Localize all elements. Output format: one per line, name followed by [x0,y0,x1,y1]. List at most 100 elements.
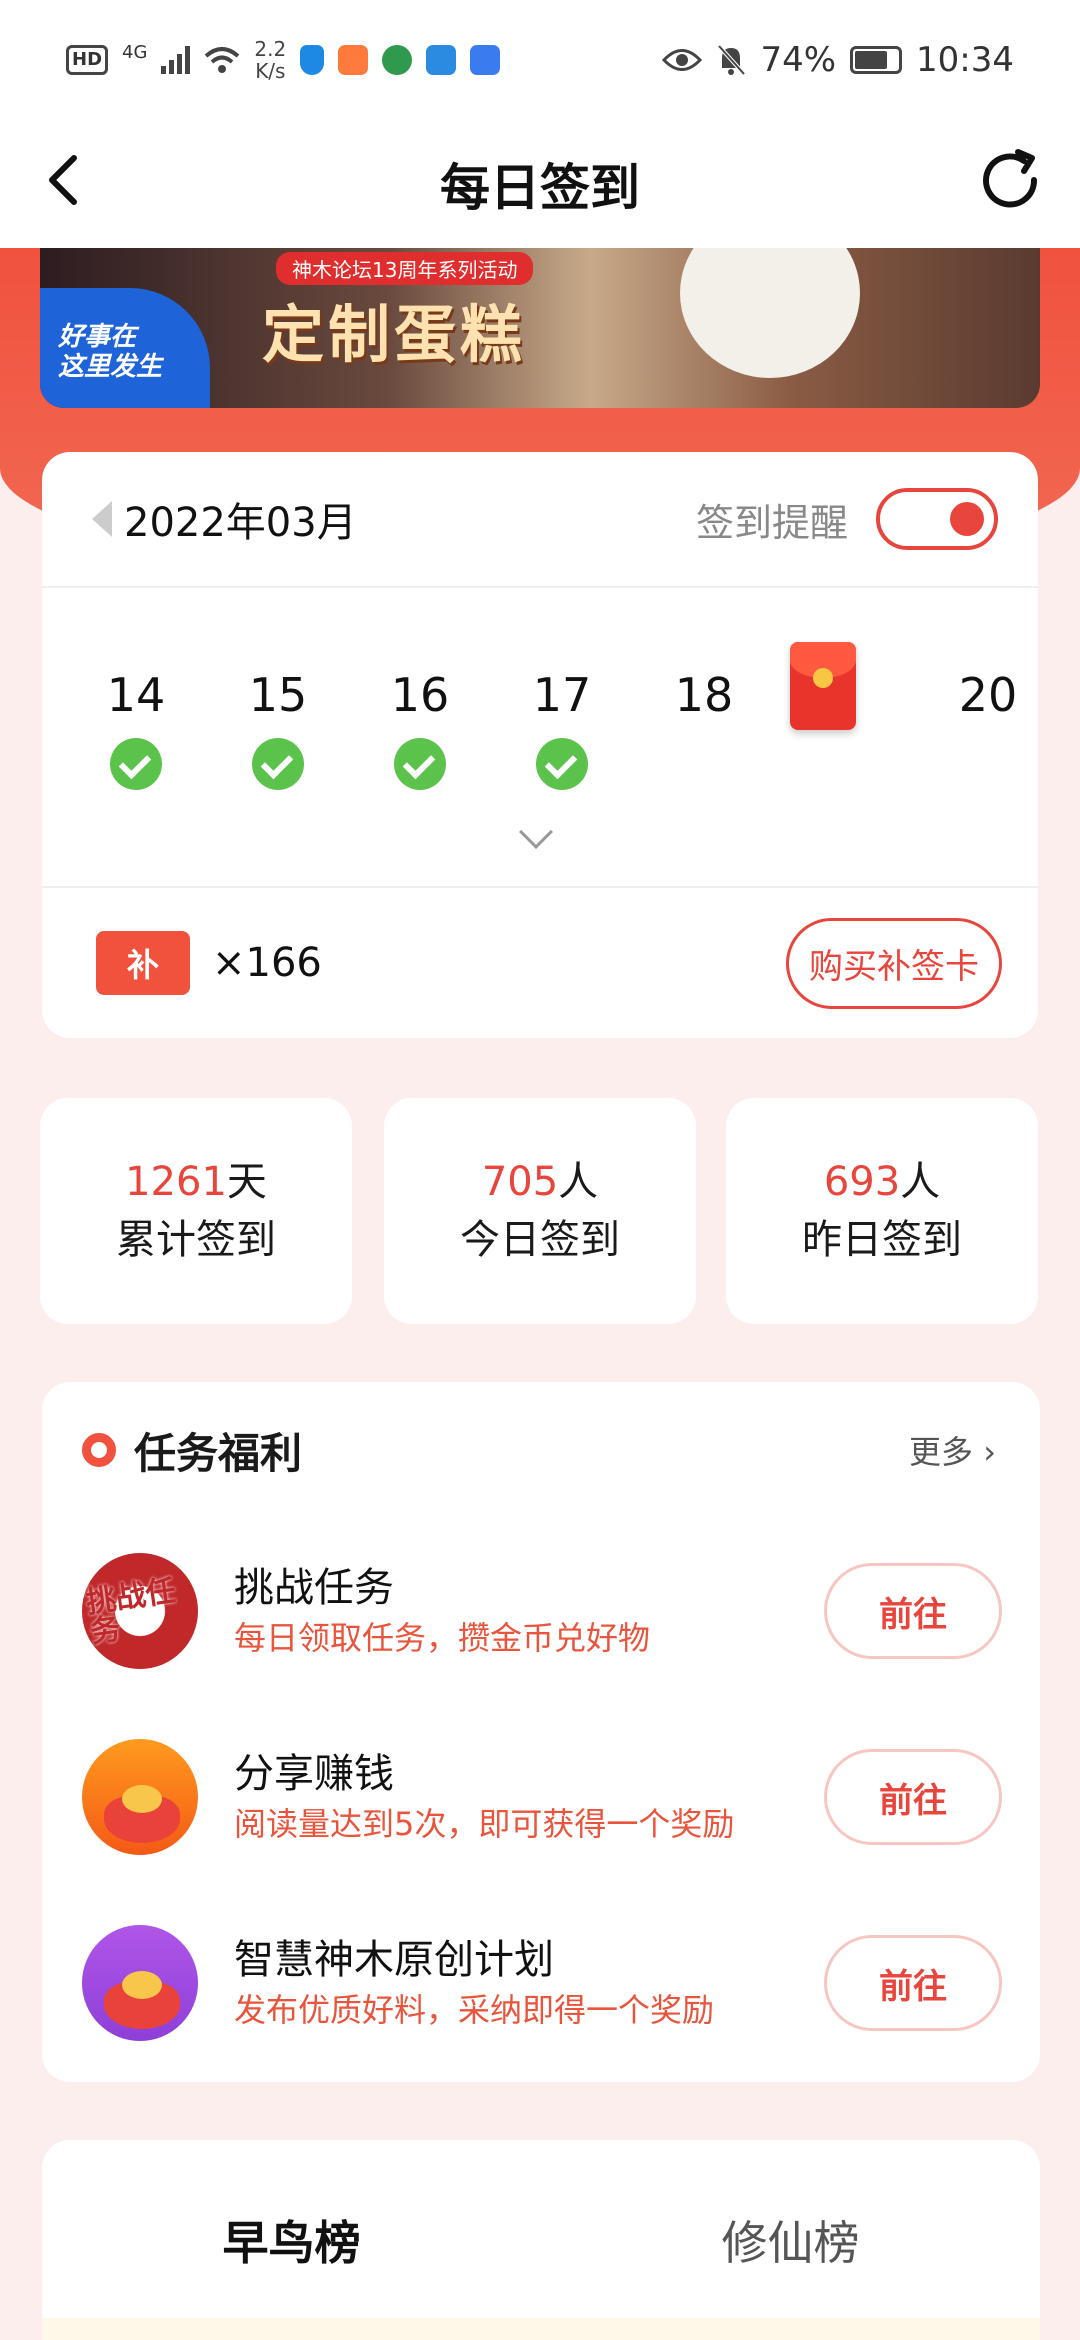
challenge-icon-text: 挑战任务 [83,1573,178,1651]
mute-bell-icon [717,44,746,76]
go-button[interactable]: 前往 [824,1935,1002,2031]
expand-chevron-icon[interactable] [519,815,553,849]
stat-today: 705人 今日签到 [384,1098,696,1324]
task-info: 挑战任务 每日领取任务，攒金币兑好物 [234,1561,824,1661]
badge-line-2: 这里发生 [58,352,163,382]
challenge-icon: 挑战任务 [82,1553,198,1669]
day-20[interactable]: 20 [938,668,1038,728]
task-rewards-card: 任务福利 更多 › 挑战任务 挑战任务 每日领取任务，攒金币兑好物 前往 分享赚… [42,1382,1040,2082]
leaderboard-strip [42,2318,1040,2340]
makeup-card-row: 补 ×166 购买补签卡 [42,888,1038,1038]
buy-makeup-card-button[interactable]: 购买补签卡 [786,917,1002,1009]
go-button[interactable]: 前往 [824,1563,1002,1659]
section-dot-icon [82,1433,116,1467]
net-speed-unit: K/s [255,59,286,83]
task-rewards-header: 任务福利 更多 › [42,1382,1040,1518]
task-info: 智慧神木原创计划 发布优质好料，采纳即得一个奖励 [234,1933,824,2033]
wifi-icon [205,47,240,73]
stat-value-line: 693人 [824,1153,940,1211]
task-desc: 发布优质好料，采纳即得一个奖励 [234,1991,715,2029]
prev-month-icon[interactable] [92,501,112,537]
battery-icon [850,46,903,74]
network-label: 4G [122,42,148,63]
health-app-icon [338,45,369,75]
day-number: 20 [958,668,1018,722]
more-label: 更多 [909,1433,974,1471]
red-packet-icon[interactable] [790,642,856,730]
task-name: 分享赚钱 [234,1751,394,1797]
stat-value-line: 705人 [482,1153,598,1211]
stat-unit: 人 [900,1159,941,1205]
signin-remind-toggle[interactable] [876,488,998,550]
task-desc: 阅读量达到5次，即可获得一个奖励 [234,1805,735,1843]
day-14[interactable]: 14 [86,668,186,790]
leaderboard-tabs: 早鸟榜 修仙榜 [42,2140,1040,2340]
refresh-icon[interactable] [972,142,1048,218]
banner-tag: 神木论坛13周年系列活动 [276,252,534,285]
day-17[interactable]: 17 [512,668,612,790]
stat-yesterday: 693人 昨日签到 [726,1098,1038,1324]
task-name: 智慧神木原创计划 [234,1937,554,1983]
megaphone-icon [82,1925,198,2041]
makeup-count: ×166 [212,940,322,986]
day-15[interactable]: 15 [228,668,328,790]
calendar-month: 2022年03月 [124,500,357,546]
red-purse-icon [104,1971,180,2029]
task-name: 挑战任务 [234,1565,394,1611]
day-18[interactable]: 18 [654,668,754,728]
day-16[interactable]: 16 [370,668,470,790]
day-number: 17 [532,668,592,722]
task-desc: 每日领取任务，攒金币兑好物 [234,1619,651,1657]
share-icon [82,1739,198,1855]
chevron-right-icon: › [983,1433,996,1471]
stat-value: 1261 [125,1159,227,1205]
leaderboard-card: 早鸟榜 修仙榜 [42,2140,1040,2340]
task-row: 挑战任务 挑战任务 每日领取任务，攒金币兑好物 前往 [42,1518,1040,1704]
hd-icon: HD [66,45,109,75]
section-title: 任务福利 [134,1428,303,1478]
battery-percent: 74% [760,40,837,80]
signin-calendar-card: 2022年03月 签到提醒 14 15 16 17 18 20 补 ×166 购… [42,452,1038,1038]
stat-value: 705 [481,1159,559,1205]
status-bar: HD 4G 2.2 K/s 74% 10:34 [0,0,1080,120]
cloud-app-icon [470,45,501,75]
stat-value-line: 1261天 [125,1153,267,1211]
task-row: 智慧神木原创计划 发布优质好料，采纳即得一个奖励 前往 [42,1890,1040,2076]
page-title: 每日签到 [440,159,640,217]
checkmark-icon [394,738,446,790]
stat-unit: 天 [226,1159,267,1205]
red-purse-icon [104,1785,180,1843]
calendar-header: 2022年03月 签到提醒 [42,452,1038,588]
checkmark-icon [252,738,304,790]
day-number: 18 [674,668,734,722]
stat-total-days: 1261天 累计签到 [40,1098,352,1324]
checkmark-icon [536,738,588,790]
stat-unit: 人 [558,1159,599,1205]
net-speed-value: 2.2 [254,37,287,61]
go-button[interactable]: 前往 [824,1749,1002,1845]
day-number: 15 [248,668,308,722]
makeup-ticket-icon: 补 [96,931,190,995]
toggle-knob [950,502,984,536]
day-number: 16 [390,668,450,722]
tab-cultivation[interactable]: 修仙榜 [541,2207,1040,2273]
calendar-week: 14 15 16 17 18 20 [42,588,1038,888]
net-speed: 2.2 K/s [254,38,286,82]
nav-bar: 每日签到 [0,120,1080,248]
badge-line-1: 好事在 [58,322,137,352]
task-row: 分享赚钱 阅读量达到5次，即可获得一个奖励 前往 [42,1704,1040,1890]
checkmark-icon [110,738,162,790]
banner-headline: 定制蛋糕 [262,298,527,371]
stat-label: 今日签到 [460,1217,620,1263]
back-arrow-icon[interactable] [34,148,98,212]
more-link[interactable]: 更多 › [909,1427,996,1473]
task-info: 分享赚钱 阅读量达到5次，即可获得一个奖励 [234,1747,824,1847]
banner-badge: 好事在 这里发生 [40,288,210,408]
clock: 10:34 [916,40,1014,80]
promo-banner[interactable]: 神木论坛13周年系列活动 定制蛋糕 好事在 这里发生 [40,248,1040,408]
signin-remind-label: 签到提醒 [695,500,848,545]
stat-label: 昨日签到 [802,1217,962,1263]
shield-app-icon [300,45,325,75]
day-number: 14 [106,668,166,722]
tab-early-bird[interactable]: 早鸟榜 [42,2207,541,2333]
